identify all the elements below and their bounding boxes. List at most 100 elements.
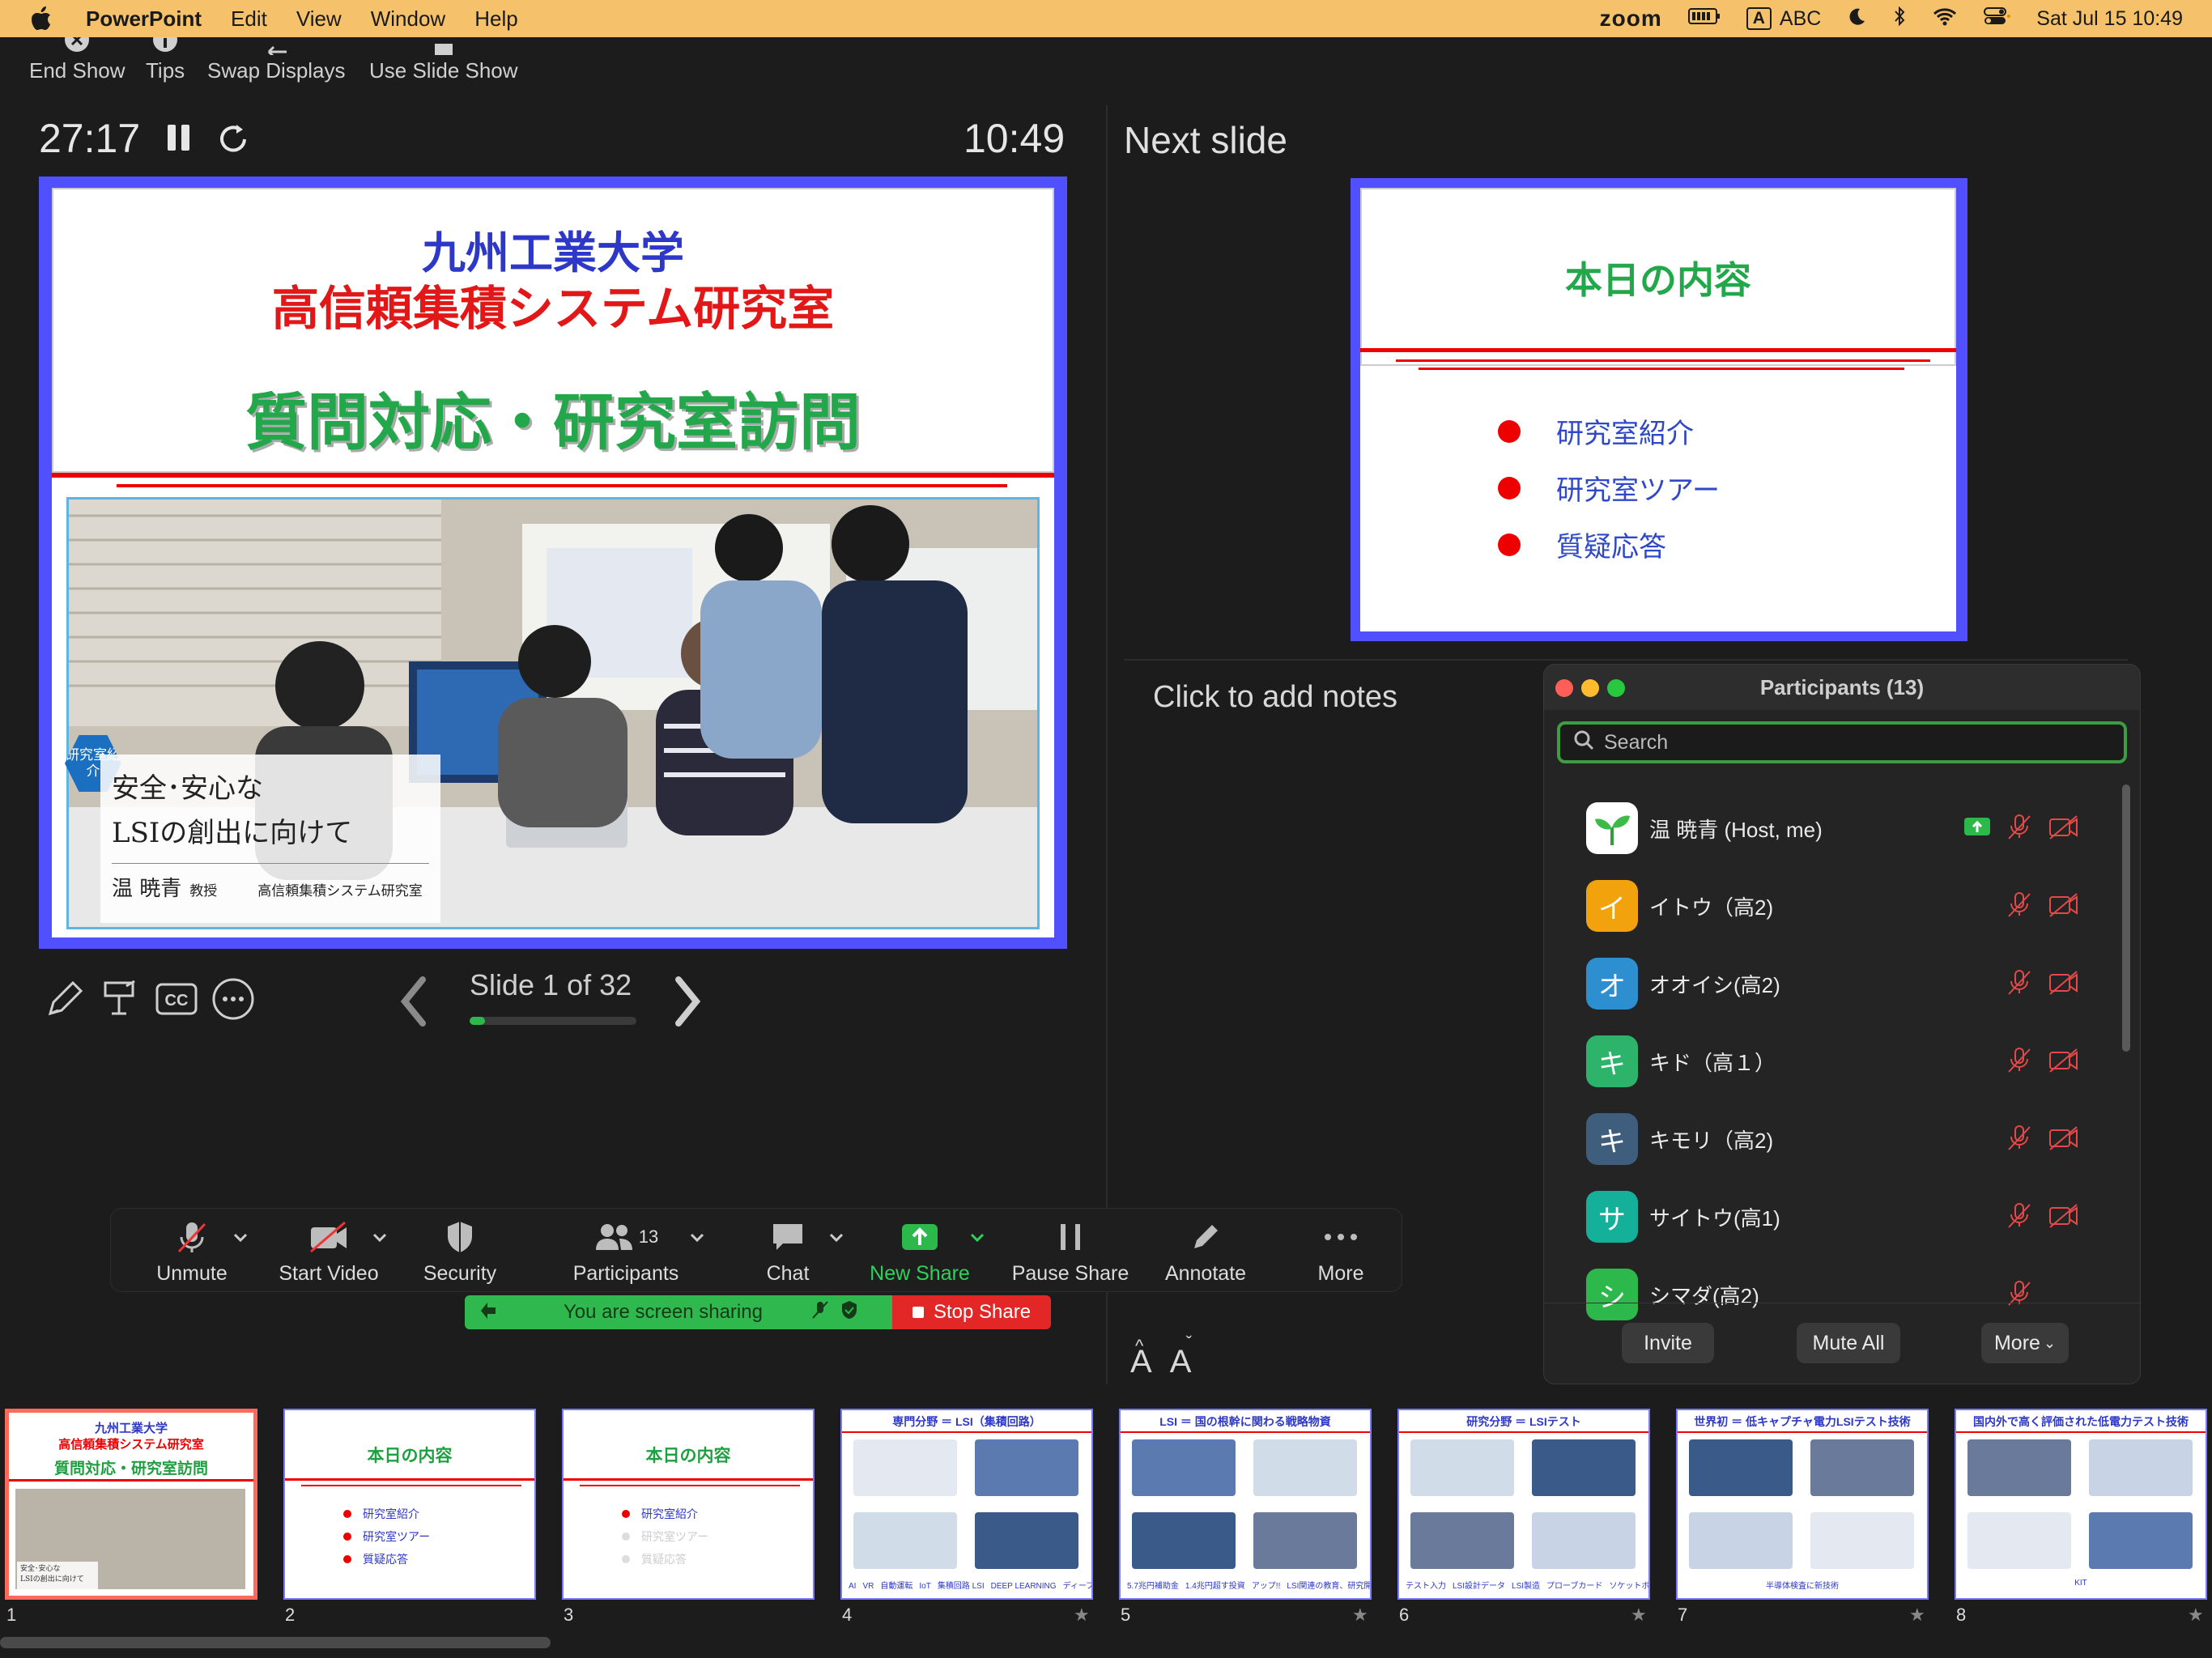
participant-row[interactable]: オオオイシ(高2) bbox=[1586, 945, 2080, 1022]
slide-photo-caption: 安全･安心な LSIの創出に向けて 温 暁青 教授 高信頼集積システム研究室 bbox=[100, 755, 440, 923]
video-off-icon[interactable] bbox=[2048, 813, 2080, 844]
speaker-notes[interactable]: Click to add notes bbox=[1153, 680, 1397, 715]
swap-displays-button[interactable]: Swap Displays bbox=[207, 45, 346, 83]
video-off-icon[interactable] bbox=[2048, 1201, 2080, 1233]
menu-help[interactable]: Help bbox=[474, 6, 517, 32]
pause-share-label: Pause Share bbox=[1011, 1262, 1129, 1285]
menubar-clock[interactable]: Sat Jul 15 10:49 bbox=[2036, 7, 2183, 31]
next-red-rule-2 bbox=[1396, 359, 1930, 362]
muted-mic-icon[interactable] bbox=[2006, 813, 2033, 844]
mute-all-button[interactable]: Mute All bbox=[1797, 1323, 1900, 1363]
more-button[interactable]: More bbox=[1304, 1218, 1377, 1286]
participant-row[interactable]: キキモリ（高2) bbox=[1586, 1100, 2080, 1178]
slide-thumbnail[interactable]: 専門分野 ＝ LSI（集積回路） AI VR 自動運転 IoT 集積回路 LSI DEEP … bbox=[840, 1409, 1093, 1600]
participants-scrollbar[interactable] bbox=[2122, 784, 2130, 1052]
decrease-font-icon[interactable]: Aˇ bbox=[1170, 1333, 1192, 1380]
menu-app-name[interactable]: PowerPoint bbox=[86, 6, 202, 32]
shield-icon bbox=[415, 1218, 504, 1256]
thumb-bullet: 質疑応答 bbox=[343, 1551, 408, 1567]
share-options-chevron[interactable] bbox=[961, 1218, 993, 1256]
participant-row[interactable]: イイトウ（高2) bbox=[1586, 867, 2080, 945]
participant-row[interactable]: キキド（高１） bbox=[1586, 1022, 2080, 1100]
participants-more-button[interactable]: More ⌄ bbox=[1981, 1323, 2069, 1363]
slide-thumbnail[interactable]: 研究分野 ＝ LSIテスト テスト入力 LSI設計データ LSI製造 プローブカード ソケ… bbox=[1397, 1409, 1650, 1600]
increase-font-icon[interactable]: A ^ bbox=[1130, 1336, 1152, 1380]
muted-mic-icon[interactable] bbox=[2006, 1046, 2033, 1078]
video-off-icon[interactable] bbox=[2048, 1046, 2080, 1078]
more-options-icon[interactable] bbox=[211, 976, 256, 1026]
caption-title: 教授 bbox=[189, 883, 218, 899]
slide-thumbnail[interactable]: 世界初 ＝ 低キャプチャ電力LSIテスト技術 半導体検査に新技術 bbox=[1676, 1409, 1929, 1600]
security-button[interactable]: Security bbox=[415, 1218, 504, 1286]
chat-button[interactable]: Chat bbox=[747, 1218, 828, 1286]
next-slide-preview[interactable]: 本日の内容 研究室紹介 研究室ツアー 質疑応答 bbox=[1351, 178, 1967, 641]
minimize-window-icon[interactable] bbox=[1581, 679, 1599, 697]
laser-pointer-icon[interactable] bbox=[97, 976, 143, 1026]
moon-icon[interactable] bbox=[1847, 6, 1866, 32]
closed-captions-icon[interactable]: CC bbox=[154, 976, 199, 1026]
notes-divider[interactable] bbox=[1124, 659, 2128, 661]
pen-icon[interactable] bbox=[42, 976, 87, 1026]
zoom-window-icon[interactable] bbox=[1607, 679, 1625, 697]
pause-share-button[interactable]: Pause Share bbox=[1010, 1218, 1131, 1286]
menu-edit[interactable]: Edit bbox=[231, 6, 267, 32]
slide-thumbnail[interactable]: 本日の内容 研究室紹介 研究室ツアー 質疑応答 bbox=[283, 1409, 536, 1600]
thumbnail-scrollbar[interactable] bbox=[0, 1637, 551, 1648]
muted-mic-icon[interactable] bbox=[2006, 891, 2033, 922]
slide-thumbnail[interactable]: LSI ＝ 国の根幹に関わる戦略物資 5.7兆円補助金 1.4兆円超す投資 アップ!!… bbox=[1119, 1409, 1372, 1600]
participant-row[interactable]: ササイトウ(高1) bbox=[1586, 1178, 2080, 1256]
muted-mic-icon[interactable] bbox=[2006, 1201, 2033, 1233]
stop-share-button[interactable]: Stop Share bbox=[892, 1295, 1051, 1329]
next-bullet-text: 研究室ツアー bbox=[1556, 475, 1720, 506]
shield-check-icon bbox=[840, 1300, 858, 1325]
sprout-icon bbox=[1595, 815, 1630, 845]
battery-icon[interactable] bbox=[1687, 6, 1721, 32]
participants-options-chevron[interactable] bbox=[681, 1218, 713, 1256]
control-center-icon[interactable] bbox=[1983, 6, 2011, 32]
current-slide[interactable]: 九州工業大学 高信頼集積システム研究室 質問対応・研究室訪問 研究室紹介 安全･… bbox=[39, 176, 1067, 949]
apple-icon[interactable] bbox=[28, 5, 55, 32]
next-bullet: 研究室紹介 bbox=[1498, 411, 1694, 451]
video-options-chevron[interactable] bbox=[364, 1218, 396, 1256]
invite-button[interactable]: Invite bbox=[1622, 1323, 1714, 1363]
wifi-icon[interactable] bbox=[1933, 6, 1957, 32]
participants-search-input[interactable]: Search bbox=[1557, 721, 2127, 763]
chevron-up-icon bbox=[364, 1218, 396, 1256]
audio-options-chevron[interactable] bbox=[224, 1218, 257, 1256]
menu-window[interactable]: Window bbox=[371, 6, 445, 32]
sharing-indicator[interactable]: You are screen sharing bbox=[465, 1295, 892, 1329]
previous-slide-icon[interactable] bbox=[397, 973, 432, 1034]
video-off-icon[interactable] bbox=[2048, 891, 2080, 922]
participants-titlebar[interactable]: Participants (13) bbox=[1544, 665, 2140, 710]
chat-options-chevron[interactable] bbox=[820, 1218, 853, 1256]
pause-timer-icon[interactable] bbox=[165, 123, 193, 156]
muted-mic-icon[interactable] bbox=[2006, 968, 2033, 1000]
zoom-status-item[interactable]: zoom bbox=[1600, 6, 1662, 32]
participant-name: キモリ（高2) bbox=[1649, 1128, 1774, 1153]
muted-mic-icon[interactable] bbox=[2006, 1124, 2033, 1155]
use-slide-show-button[interactable]: Use Slide Show bbox=[369, 44, 518, 83]
thumb-bullet: 研究室ツアー bbox=[622, 1528, 708, 1545]
close-window-icon[interactable] bbox=[1555, 679, 1573, 697]
new-share-button[interactable]: New Share bbox=[867, 1218, 972, 1286]
tips-button[interactable]: Tips bbox=[146, 37, 185, 83]
thumb-rule bbox=[1956, 1431, 2206, 1433]
input-source-indicator[interactable]: A ABC bbox=[1746, 7, 1821, 31]
next-slide-icon[interactable] bbox=[669, 973, 704, 1034]
slide-thumbnail[interactable]: 九州工業大学 高信頼集積システム研究室 質問対応・研究室訪問 安全･安心な LSIの創出… bbox=[5, 1409, 257, 1600]
pane-divider[interactable] bbox=[1106, 105, 1108, 1384]
slide-thumbnail[interactable]: 本日の内容 研究室紹介 研究室ツアー 質疑応答 bbox=[562, 1409, 815, 1600]
bluetooth-icon[interactable] bbox=[1892, 6, 1907, 32]
end-show-button[interactable]: End Show bbox=[29, 37, 125, 83]
slide-thumbnail[interactable]: 国内外で高く評価された低電力テスト技術 KIT bbox=[1955, 1409, 2207, 1600]
participant-row[interactable]: 温 暁青 (Host, me) bbox=[1586, 789, 2080, 867]
menu-view[interactable]: View bbox=[296, 6, 342, 32]
caption-line1: 安全･安心な bbox=[112, 772, 263, 805]
thumb-bullet-dot bbox=[343, 1510, 351, 1518]
annotate-button[interactable]: Annotate bbox=[1157, 1218, 1254, 1286]
reset-timer-icon[interactable] bbox=[217, 121, 251, 158]
thumb-image bbox=[2089, 1512, 2193, 1569]
video-off-icon[interactable] bbox=[2048, 968, 2080, 1000]
video-off-icon[interactable] bbox=[2048, 1124, 2080, 1155]
participants-button[interactable]: 13 Participants bbox=[561, 1218, 691, 1286]
